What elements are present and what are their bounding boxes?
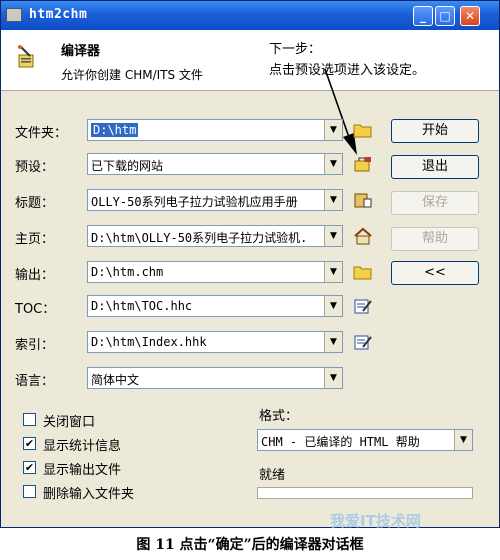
format-value: CHM - 已编译的 HTML 帮助 [261, 435, 420, 449]
save-button[interactable]: 保存 [391, 191, 479, 215]
option-label: 显示输出文件 [43, 463, 122, 478]
wizard-wand-icon [18, 45, 34, 68]
option-checkbox[interactable]: ✔ [23, 437, 36, 450]
app-icon [6, 8, 22, 22]
field-value: D:\htm\Index.hhk [91, 335, 207, 349]
edit-icon[interactable] [353, 333, 373, 351]
field-value: D:\htm\OLLY-50系列电子拉力试验机. [91, 231, 308, 245]
field-label: TOC： [15, 302, 56, 317]
field-label: 标题： [15, 196, 55, 211]
field-value: OLLY-50系列电子拉力试验机应用手册 [91, 195, 298, 209]
field-label: 语言： [15, 374, 55, 389]
field-label: 预设： [15, 160, 55, 175]
field-value: D:\htm [91, 123, 139, 137]
field-dropdown[interactable]: D:\htm.chm ▼ [87, 261, 343, 283]
minimize-button[interactable]: _ [413, 6, 433, 26]
option-checkbox[interactable] [23, 413, 36, 426]
option-checkbox[interactable] [23, 485, 36, 498]
edit-icon[interactable] [353, 297, 373, 315]
close-button[interactable]: ✕ [460, 6, 480, 26]
chevron-down-icon[interactable]: ▼ [324, 262, 342, 282]
maximize-button[interactable]: □ [435, 6, 455, 26]
chevron-down-icon[interactable]: ▼ [454, 430, 472, 450]
field-dropdown[interactable]: 简体中文 ▼ [87, 367, 343, 389]
field-label: 输出： [15, 268, 55, 283]
option-label: 关闭窗口 [43, 415, 96, 430]
start-button[interactable]: 开始 [391, 119, 479, 143]
chevron-down-icon[interactable]: ▼ [324, 368, 342, 388]
preset-icon[interactable] [353, 155, 373, 173]
field-value: 已下载的网站 [91, 159, 164, 173]
exit-button[interactable]: 退出 [391, 155, 479, 179]
format-label: 格式： [259, 409, 299, 424]
format-dropdown[interactable]: CHM - 已编译的 HTML 帮助 ▼ [257, 429, 473, 451]
chevron-down-icon[interactable]: ▼ [324, 190, 342, 210]
field-value: 简体中文 [91, 373, 140, 387]
chevron-down-icon[interactable]: ▼ [324, 154, 342, 174]
chevron-down-icon[interactable]: ▼ [324, 332, 342, 352]
collapse-button[interactable]: << [391, 261, 479, 285]
status-label: 就绪 [259, 468, 286, 483]
title-bar[interactable]: htm2chm _ □ ✕ [1, 1, 499, 30]
field-dropdown[interactable]: D:\htm ▼ [87, 119, 343, 141]
chevron-down-icon[interactable]: ▼ [324, 226, 342, 246]
field-value: D:\htm\TOC.hhc [91, 299, 193, 313]
annotation-arrow-icon [324, 68, 357, 155]
watermark-text: 我爱IT技术网 [330, 512, 421, 530]
figure-caption: 图 11 点击“确定”后的编译器对话框 [136, 537, 364, 553]
compiler-dialog: htm2chm _ □ ✕ 编译器 允许你创建 CHM/ITS 文件 下一步： … [0, 0, 500, 528]
field-label: 文件夹： [15, 126, 68, 141]
window-title: htm2chm [29, 7, 88, 22]
chevron-down-icon[interactable]: ▼ [324, 296, 342, 316]
field-dropdown[interactable]: D:\htm\TOC.hhc ▼ [87, 295, 343, 317]
field-label: 索引： [15, 338, 55, 353]
home-icon[interactable] [353, 227, 373, 245]
header-title: 编译器 [61, 44, 101, 59]
folder-icon[interactable] [353, 263, 373, 281]
help-button[interactable]: 帮助 [391, 227, 479, 251]
option-checkbox[interactable]: ✔ [23, 461, 36, 474]
field-value: D:\htm.chm [91, 265, 164, 279]
dialog-header: 编译器 允许你创建 CHM/ITS 文件 下一步： 点击预设选项进入该设定。 [1, 30, 499, 91]
header-description: 允许你创建 CHM/ITS 文件 [61, 68, 203, 82]
folder-open-icon[interactable] [353, 121, 373, 139]
title-book-icon[interactable] [353, 191, 373, 209]
option-label: 显示统计信息 [43, 439, 122, 454]
field-dropdown[interactable]: D:\htm\OLLY-50系列电子拉力试验机. ▼ [87, 225, 343, 247]
progress-bar [257, 487, 473, 499]
field-dropdown[interactable]: 已下载的网站 ▼ [87, 153, 343, 175]
option-label: 删除输入文件夹 [43, 487, 135, 502]
annotation-step: 下一步： [269, 42, 322, 57]
field-dropdown[interactable]: D:\htm\Index.hhk ▼ [87, 331, 343, 353]
field-dropdown[interactable]: OLLY-50系列电子拉力试验机应用手册 ▼ [87, 189, 343, 211]
field-label: 主页： [15, 232, 55, 247]
chevron-down-icon[interactable]: ▼ [324, 120, 342, 140]
